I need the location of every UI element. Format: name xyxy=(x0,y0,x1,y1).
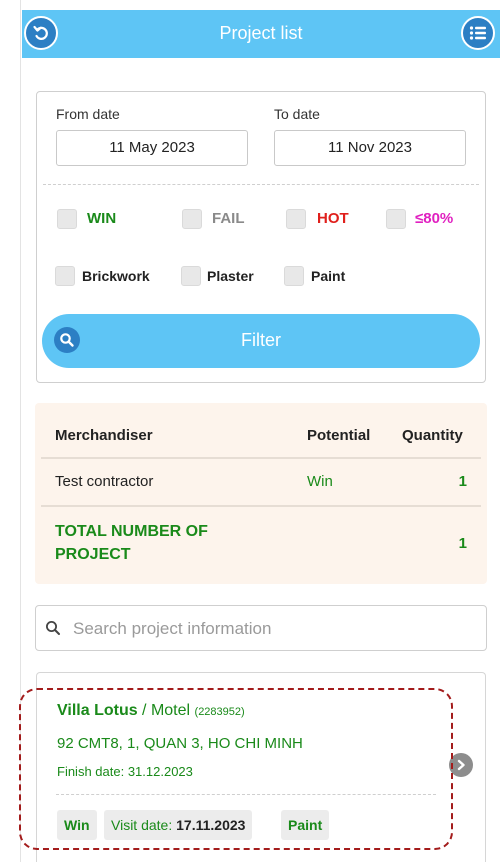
checkbox-brickwork[interactable] xyxy=(55,266,75,286)
header-divider xyxy=(41,457,481,459)
to-date-field[interactable]: 11 Nov 2023 xyxy=(274,130,466,166)
list-menu-icon xyxy=(469,26,486,40)
checkbox-fail[interactable] xyxy=(182,209,202,229)
checkbox-under-80[interactable] xyxy=(386,209,406,229)
divider xyxy=(43,184,479,185)
column-header-potential: Potential xyxy=(307,427,371,444)
checkbox-brickwork-label: Brickwork xyxy=(82,268,150,284)
total-label-line2: PROJECT xyxy=(55,546,131,563)
checkbox-win-label: WIN xyxy=(87,210,117,227)
row-quantity: 1 xyxy=(458,473,467,490)
highlight-annotation xyxy=(19,688,453,850)
row-divider xyxy=(41,505,481,507)
row-potential: Win xyxy=(307,473,333,490)
checkbox-under-80-label: ≤80% xyxy=(415,210,454,227)
search-icon xyxy=(46,621,60,635)
checkbox-fail-label: FAIL xyxy=(212,210,245,227)
checkbox-hot[interactable] xyxy=(286,209,306,229)
checkbox-plaster-label: Plaster xyxy=(207,268,254,284)
total-quantity: 1 xyxy=(458,535,467,552)
app-header: Project list xyxy=(22,10,500,58)
checkbox-paint-label: Paint xyxy=(311,268,346,284)
checkbox-paint[interactable] xyxy=(284,266,304,286)
filter-button-label: Filter xyxy=(241,330,281,350)
checkbox-hot-label: HOT xyxy=(317,210,349,227)
from-date-field[interactable]: 11 May 2023 xyxy=(56,130,248,166)
checkbox-plaster[interactable] xyxy=(181,266,201,286)
column-header-merchandiser: Merchandiser xyxy=(55,427,153,444)
checkbox-win[interactable] xyxy=(57,209,77,229)
summary-table: Merchandiser Potential Quantity Test con… xyxy=(35,403,487,584)
search-input[interactable]: Search project information xyxy=(35,605,487,651)
menu-button[interactable] xyxy=(461,16,495,50)
search-placeholder: Search project information xyxy=(73,619,272,638)
page-title: Project list xyxy=(219,23,303,43)
filter-panel: From date 11 May 2023 To date 11 Nov 202… xyxy=(36,91,486,383)
row-merchandiser: Test contractor xyxy=(55,473,154,490)
total-label-line1: TOTAL NUMBER OF xyxy=(55,523,208,540)
from-date-label: From date xyxy=(56,106,120,122)
column-header-quantity: Quantity xyxy=(402,427,463,444)
to-date-label: To date xyxy=(274,106,320,122)
filter-button[interactable]: Filter xyxy=(42,314,480,368)
